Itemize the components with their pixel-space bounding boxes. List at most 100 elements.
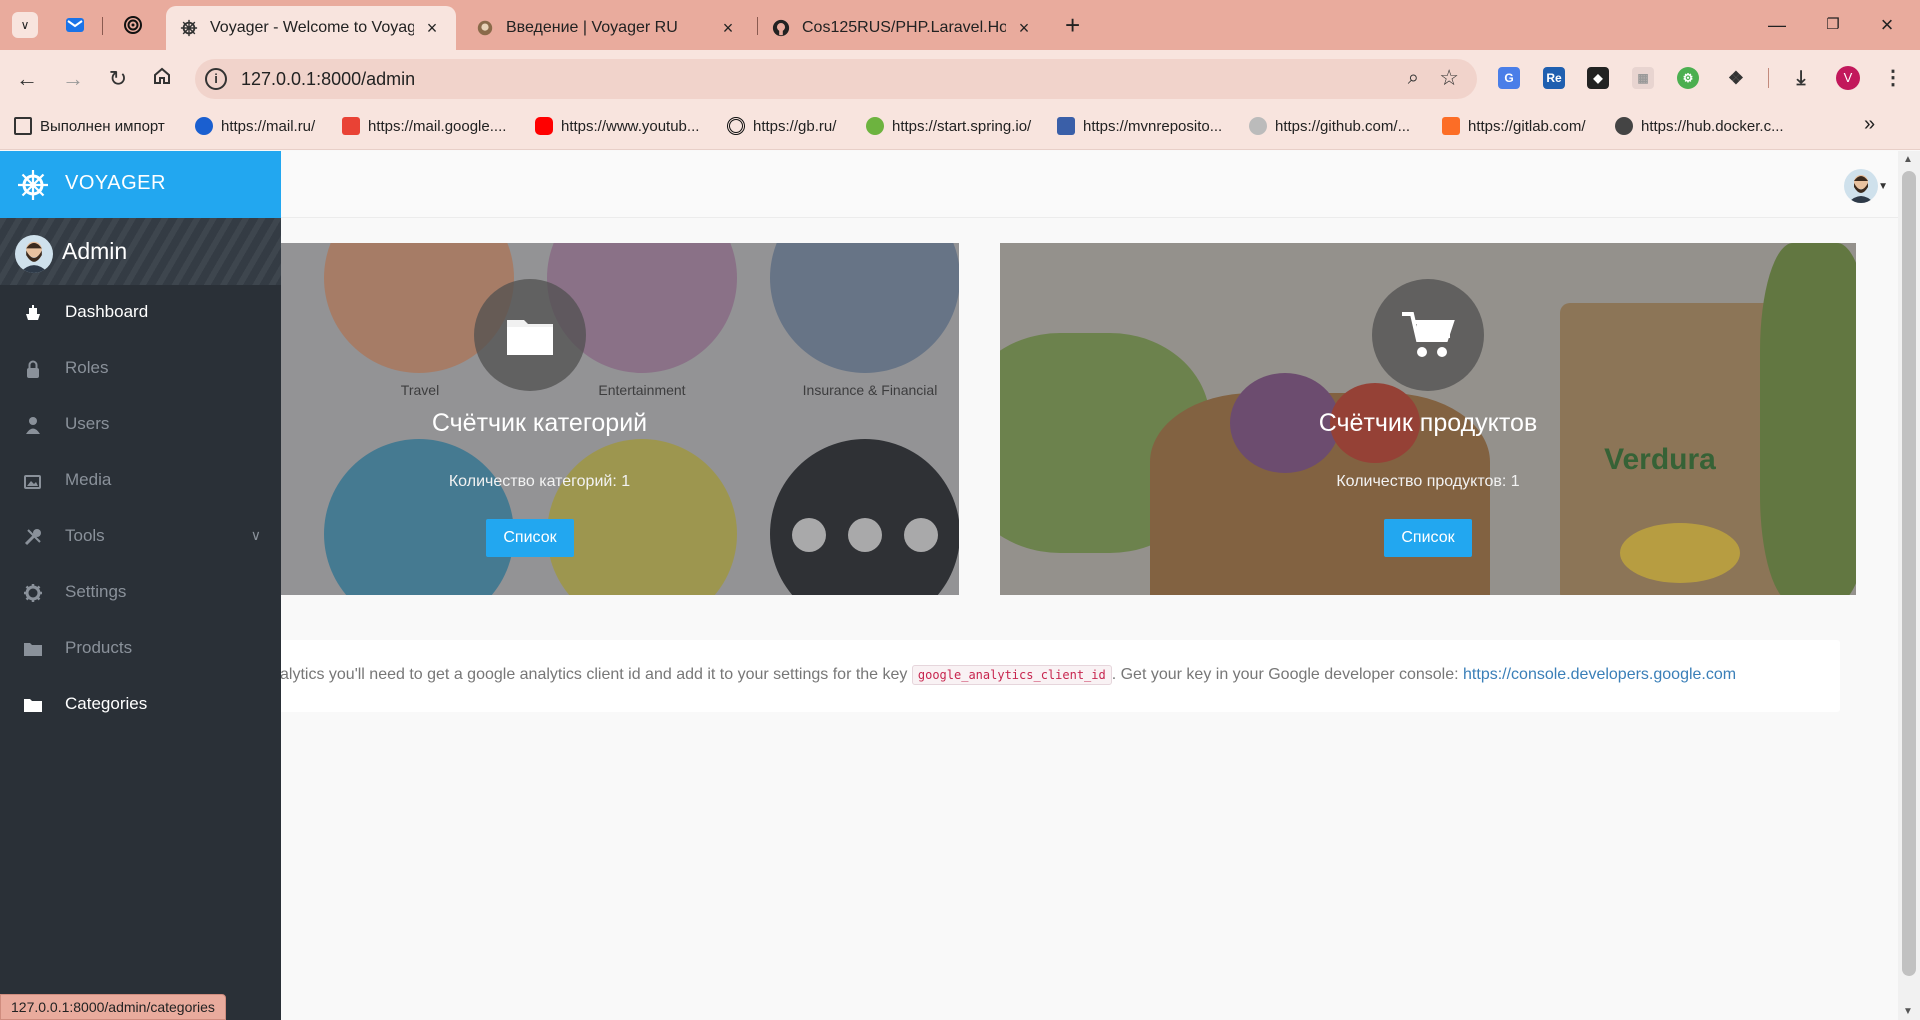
forward-button[interactable]: → <box>58 64 88 94</box>
grid-extension-icon[interactable]: ▦ <box>1632 67 1654 89</box>
bookmark-gb[interactable]: https://gb.ru/ <box>727 117 836 135</box>
tab-voyager-welcome[interactable]: Voyager - Welcome to Voyager. The Missin… <box>166 6 456 50</box>
more-menu-icon[interactable]: ⋮ <box>1882 67 1904 89</box>
bookmark-docker-hub[interactable]: https://hub.docker.c... <box>1615 117 1784 135</box>
close-window-button[interactable]: × <box>1872 12 1902 38</box>
sidebar-item-categories[interactable]: Categories <box>0 677 281 733</box>
sidebar-item-label: Media <box>65 470 112 489</box>
bookmarks-bar: Выполнен импорт https://mail.ru/ https:/… <box>0 106 1920 150</box>
bookmark-gmail[interactable]: https://mail.google.... <box>342 117 506 135</box>
bookmark-label: https://www.youtub... <box>561 117 700 135</box>
admin-page: ▼ Travel Entertainment Insurance & Finan… <box>0 151 1920 1020</box>
mvn-icon <box>1057 117 1075 135</box>
categories-list-button[interactable]: Список <box>486 519 574 557</box>
scroll-up-arrow-icon[interactable]: ▲ <box>1903 154 1913 165</box>
bookmark-label: https://mail.google.... <box>368 117 507 135</box>
tab-search-button[interactable]: ∨ <box>12 12 38 38</box>
bookmark-gitlab[interactable]: https://gitlab.com/ <box>1442 117 1586 135</box>
sidebar-item-label: Products <box>65 638 133 657</box>
sidebar-item-label: Roles <box>65 358 109 377</box>
tab-voyager-ru[interactable]: Введение | Voyager RU × <box>462 6 752 50</box>
bookmark-folder-imported[interactable]: Выполнен импорт <box>14 117 165 135</box>
close-icon[interactable]: × <box>422 18 442 39</box>
voyager-ru-favicon-icon <box>476 19 494 37</box>
zoom-icon[interactable]: ⌕ <box>1408 67 1419 90</box>
mail-tab-pinned[interactable] <box>62 12 88 38</box>
images-icon <box>24 475 41 489</box>
products-list-button[interactable]: Список <box>1384 519 1472 557</box>
bookmark-github[interactable]: https://github.com/... <box>1249 117 1410 135</box>
profile-avatar-button[interactable]: V <box>1836 66 1860 90</box>
translate-extension-icon[interactable]: G <box>1498 67 1520 89</box>
admin-topbar: ▼ <box>0 151 1898 218</box>
new-tab-button[interactable]: + <box>1065 10 1080 41</box>
bookmark-label: https://hub.docker.c... <box>1641 117 1784 135</box>
lock-icon <box>27 360 39 378</box>
extensions-puzzle-icon[interactable]: ❖ <box>1725 67 1747 89</box>
docker-icon <box>1615 117 1633 135</box>
sidebar-item-label: Settings <box>65 582 127 601</box>
download-icon[interactable]: ⤓ <box>1790 67 1812 89</box>
scrollbar-thumb[interactable] <box>1902 171 1916 976</box>
gmail-icon <box>342 117 360 135</box>
gear-extension-icon[interactable]: ⚙ <box>1677 67 1699 89</box>
analytics-text-after: . Get your key in your Google developer … <box>1111 666 1459 683</box>
minimize-button[interactable]: — <box>1762 12 1792 38</box>
back-button[interactable]: ← <box>12 64 42 94</box>
bookmark-spring[interactable]: https://start.spring.io/ <box>866 117 1031 135</box>
folder-icon <box>24 699 42 712</box>
sidebar-item-label: Users <box>65 414 110 433</box>
bookmark-star-icon[interactable]: ☆ <box>1439 65 1459 91</box>
bookmark-label: https://mvnreposito... <box>1083 117 1223 135</box>
spiral-icon <box>124 16 142 34</box>
browser-toolbar: ← → ↻ i 127.0.0.1:8000/admin ⌕ ☆ G Re ◆ … <box>0 50 1920 106</box>
bookmark-mvnrepository[interactable]: https://mvnreposito... <box>1057 117 1222 135</box>
card-count-text: Количество продуктов: 1 <box>1336 473 1520 490</box>
tools-icon <box>24 529 41 546</box>
link-status-bar: 127.0.0.1:8000/admin/categories <box>0 994 226 1020</box>
re-extension-icon[interactable]: Re <box>1543 67 1565 89</box>
sidebar-item-media[interactable]: Media <box>0 453 281 509</box>
sidebar-item-roles[interactable]: Roles <box>0 341 281 397</box>
google-console-link[interactable]: https://console.developers.google.com <box>1463 666 1736 683</box>
reload-button[interactable]: ↻ <box>103 64 133 94</box>
admin-sidebar: VOYAGER Admin Dashboard Roles Users Medi… <box>0 151 281 1020</box>
sidebar-item-products[interactable]: Products <box>0 621 281 677</box>
bookmark-youtube[interactable]: https://www.youtub... <box>535 117 699 135</box>
brand-header[interactable]: VOYAGER <box>0 151 281 218</box>
brand-name: VOYAGER <box>65 172 166 194</box>
restore-button[interactable]: ❐ <box>1818 12 1848 38</box>
tab-github-repo[interactable]: Cos125RUS/PHP.Laravel.Homework × <box>758 6 1048 50</box>
caret-down-icon[interactable]: ▼ <box>1878 181 1888 192</box>
github-icon <box>1249 117 1267 135</box>
products-counter-card: Verdura Счётчик продуктов Количество про… <box>1000 243 1856 595</box>
avatar-icon <box>1848 175 1874 203</box>
page-scrollbar[interactable]: ▲ ▼ <box>1898 151 1920 1020</box>
close-icon[interactable]: × <box>718 18 738 39</box>
car-extension-icon[interactable]: ◆ <box>1587 67 1609 89</box>
sidebar-profile[interactable]: Admin <box>0 218 281 285</box>
user-avatar-button[interactable] <box>1844 169 1878 203</box>
sidebar-item-dashboard[interactable]: Dashboard <box>0 285 281 341</box>
helm-icon <box>180 19 198 37</box>
sidebar-item-users[interactable]: Users <box>0 397 281 453</box>
chevron-down-icon[interactable]: ∨ <box>251 527 261 544</box>
address-bar[interactable]: i 127.0.0.1:8000/admin ⌕ ☆ <box>195 59 1477 99</box>
person-icon <box>26 417 40 434</box>
folder-icon <box>14 117 32 135</box>
gb-tab-pinned[interactable] <box>120 12 146 38</box>
folder-icon <box>474 279 586 391</box>
sidebar-item-tools[interactable]: Tools ∨ <box>0 509 281 565</box>
scroll-down-arrow-icon[interactable]: ▼ <box>1903 1006 1913 1017</box>
close-icon[interactable]: × <box>1014 18 1034 39</box>
spring-leaf-icon <box>866 117 884 135</box>
url-text[interactable]: 127.0.0.1:8000/admin <box>241 69 415 90</box>
bookmark-mail-ru[interactable]: https://mail.ru/ <box>195 117 315 135</box>
cart-icon <box>1372 279 1484 391</box>
sidebar-item-settings[interactable]: Settings <box>0 565 281 621</box>
more-bookmarks-chevron-icon[interactable]: » <box>1864 113 1875 136</box>
home-button[interactable] <box>147 64 177 94</box>
site-info-icon[interactable]: i <box>205 68 227 90</box>
folder-icon <box>24 643 42 656</box>
profile-name: Admin <box>62 238 128 264</box>
